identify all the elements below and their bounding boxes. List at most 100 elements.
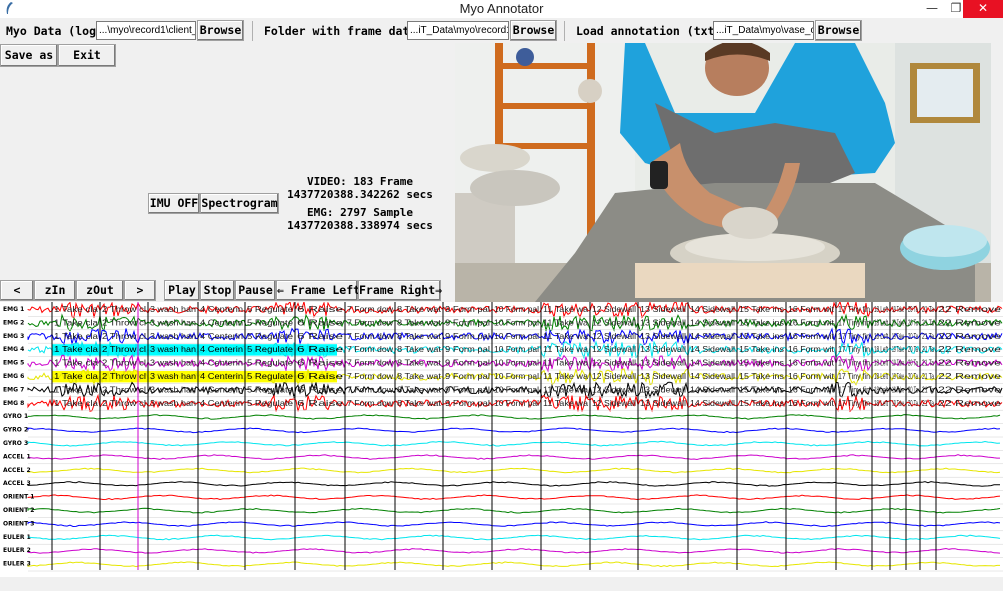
annotation-label: 20 Ta bbox=[908, 358, 918, 368]
annotation-label: 9 Form pal bbox=[445, 344, 490, 354]
play-button[interactable]: Play bbox=[164, 280, 200, 301]
video-time-info: 1437720388.342262 secs bbox=[287, 188, 433, 201]
annotation-label: 4 Centerin bbox=[200, 317, 243, 327]
separator bbox=[564, 21, 565, 41]
annotation-path-field[interactable]: ...iT_Data\myo\vase_or bbox=[713, 21, 814, 40]
annotation-label: 3 wash han bbox=[150, 331, 196, 341]
annotation-label: 4 Centerin bbox=[200, 371, 243, 381]
annotation-label: 3 wash han bbox=[150, 344, 196, 354]
annotation-label: 13 Sidewall bbox=[640, 384, 686, 394]
annotation-label: 21 Ta bbox=[922, 398, 934, 408]
annotation-label: 12 Sidewall bbox=[592, 398, 636, 408]
annotation-label: 22 Remove bbox=[938, 304, 1001, 314]
zoom-out-button[interactable]: zOut bbox=[76, 280, 124, 301]
annotation-label: 12 Sidewall bbox=[592, 304, 636, 314]
annotation-label: 20 Ta bbox=[908, 331, 918, 341]
annotation-label: 17 Tiny fin bbox=[838, 331, 870, 341]
annotation-label: 18 Left bbox=[874, 317, 888, 327]
imu-toggle-button[interactable]: IMU OFF bbox=[148, 193, 200, 214]
annotation-label: 21 Ta bbox=[922, 384, 934, 394]
annotation-label: 12 Sidewall bbox=[592, 317, 636, 327]
pause-button[interactable]: Pause bbox=[235, 280, 276, 301]
signal-trace bbox=[27, 440, 1001, 447]
frame-left-button[interactable]: ⇐ Frame Left bbox=[276, 280, 360, 301]
annotation-label: 21 Ta bbox=[922, 304, 934, 314]
annotation-label: 18 Left bbox=[874, 331, 888, 341]
annotation-label: 4 Centerin bbox=[200, 331, 243, 341]
spectrogram-button[interactable]: Spectrogram bbox=[200, 193, 279, 214]
annotation-label: 5 Regulate bbox=[247, 344, 293, 354]
annotation-label: 2 Throw cl bbox=[102, 344, 146, 354]
channel-label: EMG 2 bbox=[3, 319, 24, 326]
annotation-label: 3 wash han bbox=[150, 358, 196, 368]
annotation-label: 16 Form wit bbox=[788, 317, 835, 327]
annotation-label: 8 Take wat bbox=[397, 371, 442, 381]
channel-label: ACCEL 1 bbox=[3, 453, 31, 460]
signal-traces: EMG 1 1 Take cla 2 Throw cl 3 wash han 4 Cen… bbox=[3, 300, 1003, 572]
channel-label: EMG 6 bbox=[3, 373, 24, 380]
annotation-label: 9 Form pal bbox=[445, 317, 490, 327]
annotation-label: 13 Sidewall bbox=[640, 344, 686, 354]
annotation-label: 8 Take wat bbox=[397, 358, 442, 368]
annotation-label: 9 Form pal bbox=[445, 331, 490, 341]
annotation-label: 2 Throw cl bbox=[102, 304, 146, 314]
annotation-label: 8 Take wat bbox=[397, 317, 442, 327]
annotation-label: 19 Take bbox=[892, 344, 904, 354]
annotation-label: 16 Form wit bbox=[788, 304, 835, 314]
signal-trace bbox=[27, 521, 1001, 528]
annotation-label: 7 Form dow bbox=[347, 317, 394, 327]
minimize-button[interactable]: — bbox=[920, 0, 944, 18]
annotation-label: 8 Take wat bbox=[397, 304, 442, 314]
annotation-label: 13 Sidewall bbox=[640, 398, 686, 408]
annotation-label: 10 Form pal bbox=[494, 384, 539, 394]
annotation-label: 22 Remove bbox=[938, 344, 1001, 354]
annotation-label: 5 Regulate bbox=[247, 304, 293, 314]
browse-annotation-button[interactable]: Browse bbox=[815, 20, 862, 41]
annotation-label: 9 Form pal bbox=[445, 371, 490, 381]
frame-folder-path-field[interactable]: ...iT_Data\myo\record1 bbox=[407, 21, 509, 40]
signal-plot-area[interactable]: EMG 1 1 Take cla 2 Throw cl 3 wash han 4 Cen… bbox=[0, 300, 1003, 577]
annotation-label: 16 Form wit bbox=[788, 331, 835, 341]
annotation-label: 14 Sidewall bbox=[690, 371, 735, 381]
myo-data-path-field[interactable]: ...\myo\record1\client_ bbox=[96, 21, 196, 40]
signal-trace bbox=[27, 494, 1001, 501]
exit-button[interactable]: Exit bbox=[58, 44, 116, 67]
zoom-in-button[interactable]: zIn bbox=[34, 280, 76, 301]
annotation-label: 13 Sidewall bbox=[640, 317, 686, 327]
annotation-label: 10 Form pal bbox=[494, 304, 539, 314]
annotation-label: 1 Take cla bbox=[54, 317, 98, 327]
annotation-label: 22 Remove bbox=[938, 317, 1001, 327]
scroll-right-button[interactable]: > bbox=[124, 280, 156, 301]
annotation-label: 21 Ta bbox=[922, 331, 934, 341]
save-as-button[interactable]: Save as bbox=[0, 44, 58, 67]
channel-label: ORIENT 2 bbox=[3, 507, 34, 514]
emg-sample-info: EMG: 2797 Sample bbox=[307, 206, 413, 219]
annotation-label: 13 Sidewall bbox=[640, 358, 686, 368]
annotation-label: 15 Take ins bbox=[739, 331, 784, 341]
annotation-label: 3 wash han bbox=[150, 371, 196, 381]
annotation-label: 20 Ta bbox=[908, 317, 918, 327]
annotation-label: 5 Regulate bbox=[247, 384, 293, 394]
annotation-label: 7 Form dow bbox=[347, 358, 394, 368]
annotation-label: 18 Left bbox=[874, 358, 888, 368]
signal-trace bbox=[27, 414, 1001, 420]
browse-myo-button[interactable]: Browse bbox=[197, 20, 244, 41]
close-button[interactable]: ✕ bbox=[963, 0, 1003, 18]
browse-folder-button[interactable]: Browse bbox=[510, 20, 557, 41]
signal-trace bbox=[27, 467, 1001, 474]
annotation-label: 20 Ta bbox=[908, 304, 918, 314]
annotation-label: 17 Tiny fin bbox=[838, 384, 870, 394]
annotation-label: 17 Tiny fin bbox=[838, 358, 870, 368]
load-annotation-label: Load annotation (txt) bbox=[576, 24, 722, 38]
annotation-label: 6 Raise bbox=[297, 317, 343, 327]
channel-label: GYRO 2 bbox=[3, 427, 28, 434]
annotation-label: 22 Remove bbox=[938, 331, 1001, 341]
bottom-scroll-area bbox=[0, 577, 1003, 591]
annotation-label: 1 Take cla bbox=[54, 384, 98, 394]
stop-button[interactable]: Stop bbox=[200, 280, 235, 301]
separator bbox=[252, 21, 253, 41]
scroll-left-button[interactable]: < bbox=[0, 280, 34, 301]
frame-right-button[interactable]: Frame Right⇒ bbox=[358, 280, 442, 301]
annotation-label: 12 Sidewall bbox=[592, 384, 636, 394]
annotation-label: 8 Take wat bbox=[397, 344, 442, 354]
